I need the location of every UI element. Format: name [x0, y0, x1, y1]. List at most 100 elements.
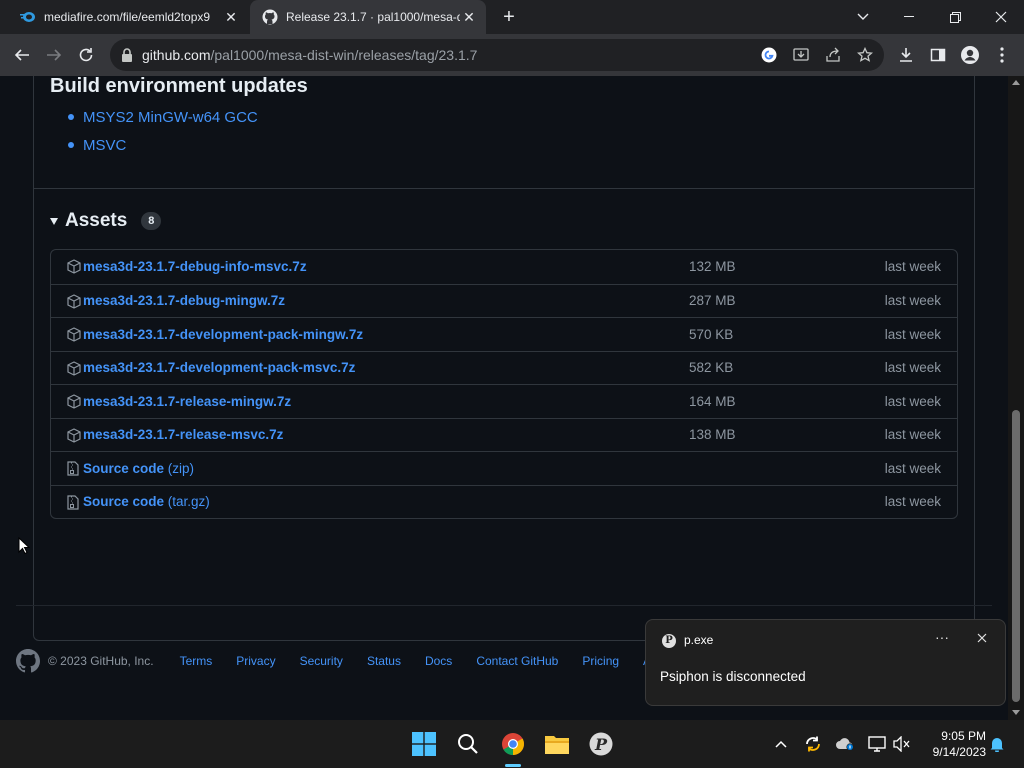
- package-icon: [67, 259, 83, 275]
- profile-avatar-icon[interactable]: [960, 45, 980, 65]
- asset-link[interactable]: mesa3d-23.1.7-release-mingw.7z: [83, 394, 291, 409]
- asset-link[interactable]: Source code (tar.gz): [83, 494, 210, 509]
- github-icon: [262, 9, 278, 25]
- asset-name[interactable]: mesa3d-23.1.7-development-pack-mingw.7z: [83, 327, 363, 342]
- asset-name[interactable]: Source code: [83, 461, 164, 476]
- package-icon: [67, 327, 83, 343]
- reload-button[interactable]: [72, 41, 100, 69]
- package-icon: [67, 360, 83, 377]
- close-tab-icon[interactable]: ✕: [222, 8, 240, 26]
- asset-suffix[interactable]: (tar.gz): [164, 494, 210, 509]
- taskbar: P 9:05 PM 9/14/2023: [0, 720, 1024, 768]
- minimize-button[interactable]: [886, 0, 932, 34]
- notification-bell-icon[interactable]: [987, 734, 1007, 754]
- asset-link[interactable]: mesa3d-23.1.7-release-msvc.7z: [83, 427, 283, 442]
- assets-toggle[interactable]: Assets 8: [50, 210, 162, 232]
- footer-link-security[interactable]: Security: [300, 654, 343, 668]
- github-logo-icon[interactable]: [16, 649, 41, 673]
- google-lens-icon[interactable]: [760, 46, 778, 64]
- show-hidden-icons-chevron-icon[interactable]: [771, 734, 791, 754]
- page-scrollbar[interactable]: [1008, 76, 1024, 720]
- clock-date: 9/14/2023: [932, 745, 986, 759]
- bullet-icon: [68, 142, 74, 148]
- asset-link[interactable]: mesa3d-23.1.7-debug-mingw.7z: [83, 293, 285, 308]
- scroll-thumb[interactable]: [1012, 410, 1020, 702]
- release-box: Build environment updates MSYS2 MinGW-w6…: [33, 76, 975, 641]
- search-icon[interactable]: [452, 728, 484, 760]
- asset-suffix[interactable]: (zip): [164, 461, 194, 476]
- asset-row: mesa3d-23.1.7-development-pack-mingw.7z 5…: [51, 317, 957, 351]
- asset-link[interactable]: mesa3d-23.1.7-debug-info-msvc.7z: [83, 259, 307, 274]
- asset-date: last week: [884, 494, 941, 510]
- asset-name[interactable]: mesa3d-23.1.7-release-msvc.7z: [83, 427, 283, 442]
- divider: [34, 188, 974, 189]
- asset-row: mesa3d-23.1.7-debug-mingw.7z 287 MB last w…: [51, 283, 957, 318]
- asset-name[interactable]: mesa3d-23.1.7-debug-info-msvc.7z: [83, 259, 307, 274]
- footer-link-privacy[interactable]: Privacy: [236, 654, 275, 668]
- footer-link-contact[interactable]: Contact GitHub: [476, 654, 558, 668]
- address-bar[interactable]: github.com/pal1000/mesa-dist-win/release…: [110, 39, 884, 71]
- close-notification-icon[interactable]: [972, 628, 992, 648]
- share-icon[interactable]: [824, 46, 842, 64]
- tab-search-chevron-icon[interactable]: [840, 0, 886, 34]
- build-item-label[interactable]: MSVC: [83, 137, 126, 154]
- taskbar-clock[interactable]: 9:05 PM 9/14/2023: [916, 728, 986, 760]
- asset-link[interactable]: Source code (zip): [83, 461, 194, 476]
- sync-tray-icon[interactable]: [803, 734, 823, 754]
- asset-size: 570 KB: [689, 326, 734, 342]
- asset-row: mesa3d-23.1.7-debug-info-msvc.7z 132 MB la…: [51, 250, 957, 284]
- asset-name[interactable]: Source code: [83, 494, 164, 509]
- asset-name[interactable]: mesa3d-23.1.7-debug-mingw.7z: [83, 293, 285, 308]
- downloads-icon[interactable]: [896, 45, 916, 65]
- asset-name[interactable]: mesa3d-23.1.7-release-mingw.7z: [83, 394, 291, 409]
- active-app-indicator: [505, 764, 521, 767]
- windows-start-icon[interactable]: [408, 728, 440, 760]
- package-icon: [67, 293, 83, 310]
- scroll-down-icon[interactable]: [1012, 710, 1020, 715]
- assets-title: Assets: [65, 210, 128, 231]
- psiphon-icon[interactable]: P: [585, 728, 617, 760]
- lock-icon[interactable]: [120, 47, 136, 63]
- build-item[interactable]: MSVC: [50, 131, 258, 159]
- notification-toast[interactable]: P p.exe ··· Psiphon is disconnected: [645, 619, 1006, 706]
- close-tab-icon[interactable]: ✕: [460, 8, 478, 26]
- asset-date: last week: [884, 259, 941, 275]
- volume-muted-icon[interactable]: [892, 734, 912, 754]
- footer-link-docs[interactable]: Docs: [425, 654, 452, 668]
- onedrive-icon[interactable]: [835, 734, 855, 754]
- caret-down-icon: [50, 217, 58, 225]
- file-zip-icon: [67, 461, 83, 477]
- forward-button[interactable]: [40, 41, 68, 69]
- tab-mediafire[interactable]: mediafire.com/file/eemld2topx9 ✕: [8, 0, 248, 34]
- scroll-up-icon[interactable]: [1012, 80, 1020, 85]
- notification-message: Psiphon is disconnected: [660, 669, 806, 684]
- asset-link[interactable]: mesa3d-23.1.7-development-pack-msvc.7z: [83, 360, 355, 375]
- build-item[interactable]: MSYS2 MinGW-w64 GCC: [50, 103, 258, 131]
- build-item-label[interactable]: MSYS2 MinGW-w64 GCC: [83, 109, 258, 126]
- clock-time: 9:05 PM: [941, 729, 986, 743]
- footer-link-terms[interactable]: Terms: [180, 654, 213, 668]
- url-text: github.com/pal1000/mesa-dist-win/release…: [142, 47, 477, 63]
- file-explorer-icon[interactable]: [541, 728, 573, 760]
- tab-github-release[interactable]: Release 23.1.7 · pal1000/mesa-di ✕: [250, 0, 486, 34]
- footer-link-status[interactable]: Status: [367, 654, 401, 668]
- install-app-icon[interactable]: [792, 46, 810, 64]
- mouse-cursor-icon: [18, 537, 30, 555]
- side-panel-icon[interactable]: [928, 45, 948, 65]
- back-button[interactable]: [8, 41, 36, 69]
- asset-name[interactable]: mesa3d-23.1.7-development-pack-msvc.7z: [83, 360, 355, 375]
- build-list: MSYS2 MinGW-w64 GCC MSVC: [50, 103, 258, 159]
- restore-button[interactable]: [932, 0, 978, 34]
- close-window-button[interactable]: [978, 0, 1024, 34]
- asset-date: last week: [884, 326, 941, 342]
- display-icon[interactable]: [867, 734, 887, 754]
- more-options-icon[interactable]: ···: [932, 628, 952, 648]
- browser-toolbar: github.com/pal1000/mesa-dist-win/release…: [0, 34, 1024, 76]
- chrome-icon[interactable]: [497, 728, 529, 760]
- new-tab-button[interactable]: +: [498, 6, 520, 28]
- asset-size: 138 MB: [689, 427, 736, 443]
- footer-link-pricing[interactable]: Pricing: [582, 654, 619, 668]
- asset-link[interactable]: mesa3d-23.1.7-development-pack-mingw.7z: [83, 327, 363, 342]
- bookmark-star-icon[interactable]: [856, 46, 874, 64]
- menu-kebab-icon[interactable]: [992, 45, 1012, 65]
